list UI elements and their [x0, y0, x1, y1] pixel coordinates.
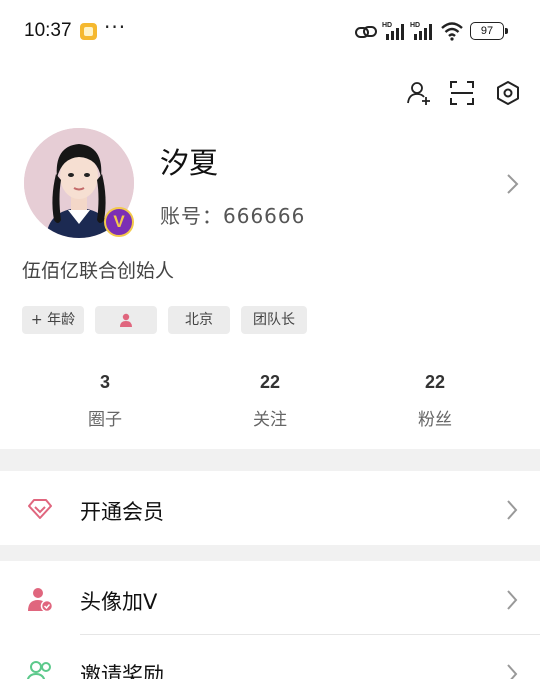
- chevron-right-icon: [507, 590, 518, 610]
- verified-user-icon: [28, 588, 54, 613]
- chevron-right-icon: [507, 664, 518, 679]
- tag-age[interactable]: + 年龄: [22, 306, 84, 334]
- tag-gender[interactable]: [95, 306, 157, 334]
- signal-hd-icon-2: HD: [410, 22, 432, 40]
- status-time: 10:37: [24, 20, 72, 41]
- person-icon: [120, 313, 132, 327]
- stat-following-label[interactable]: 关注: [210, 405, 330, 430]
- signal-hd-icon: HD: [382, 22, 404, 40]
- menu-label-invite: 邀请奖励: [80, 663, 164, 679]
- stat-circles-count[interactable]: 3: [45, 372, 165, 393]
- profile-name: 汐夏: [160, 146, 219, 180]
- invite-users-icon: [26, 661, 51, 679]
- scan-icon[interactable]: [449, 80, 475, 106]
- tag-location[interactable]: 北京: [168, 306, 230, 334]
- battery-indicator: 97: [470, 22, 508, 40]
- profile-bio: 伍佰亿联合创始人: [22, 260, 175, 282]
- account-id: 账号：666666: [160, 200, 305, 229]
- menu-label-avatar-v: 头像加V: [80, 590, 158, 614]
- account-number: 666666: [223, 204, 306, 228]
- stat-followers-label[interactable]: 粉丝: [375, 405, 495, 430]
- tag-role[interactable]: 团队长: [241, 306, 307, 334]
- section-divider: [0, 449, 540, 471]
- menu-item-invite[interactable]: 邀请奖励: [0, 635, 540, 679]
- menu-item-avatar-v[interactable]: 头像加V: [0, 561, 540, 634]
- stat-circles-label[interactable]: 圈子: [45, 405, 165, 430]
- account-label: 账号：: [160, 204, 223, 228]
- menu-label-membership: 开通会员: [80, 500, 164, 524]
- wifi-icon: [441, 22, 463, 41]
- notes-app-icon: [80, 23, 97, 40]
- stat-followers-count[interactable]: 22: [375, 372, 495, 393]
- chevron-right-icon: [507, 500, 518, 520]
- settings-icon[interactable]: [495, 80, 521, 106]
- section-divider-2: [0, 545, 540, 561]
- svg-text:HD: HD: [410, 22, 420, 29]
- link-icon: [355, 26, 377, 38]
- profile-chevron-right-icon[interactable]: [500, 170, 524, 198]
- more-notifications-icon: ···: [104, 15, 127, 39]
- svg-text:HD: HD: [382, 22, 392, 29]
- add-friend-icon[interactable]: [406, 80, 432, 106]
- vip-badge: V: [104, 207, 134, 237]
- stat-following-count[interactable]: 22: [210, 372, 330, 393]
- diamond-icon: [28, 499, 52, 519]
